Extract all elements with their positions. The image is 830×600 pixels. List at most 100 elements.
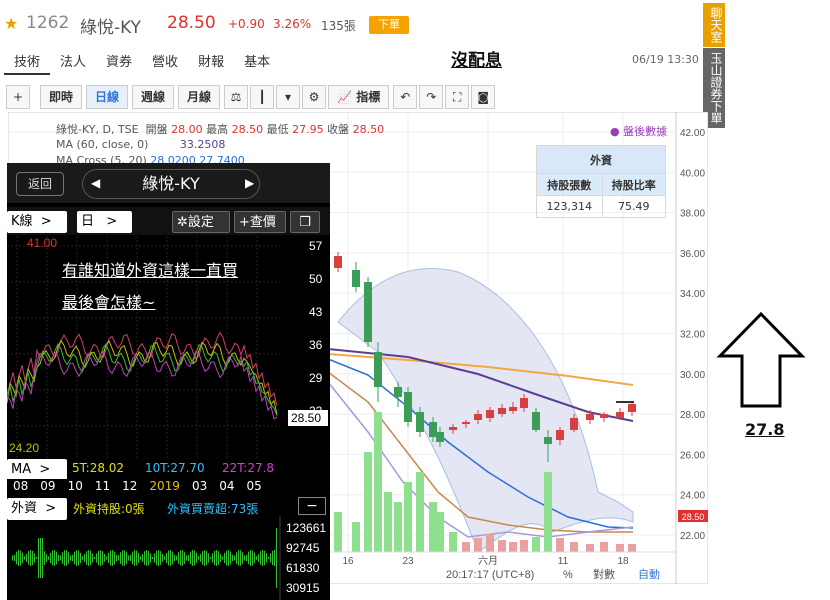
collapse-button[interactable]: − [298,497,326,515]
mobile-foreign-bar [224,552,225,564]
x-tick-label: 23 [402,556,414,567]
chart-time: 20:17:17 (UTC+8) [446,569,534,581]
scale-icon[interactable]: ⚖ [224,85,249,109]
mobile-foreign-bar [206,550,207,566]
tab-revenue[interactable]: 營收 [142,48,188,75]
mobile-x-tick: 12 [122,479,138,493]
ma10-value: 10T:27.70 [145,461,205,475]
cell-ratio: 75.49 [601,195,667,218]
mobile-foreign-bar [60,555,61,561]
mobile-foreign-bar [34,553,35,563]
mobile-foreign-bar [168,550,169,566]
period-realtime[interactable]: 即時 [40,85,83,109]
current-price-label: 28.50 [682,512,705,522]
col-header-ratio: 持股比率 [601,173,667,196]
kline-button[interactable]: K線 > [7,211,67,233]
card-icon[interactable]: ❐ [290,211,320,233]
mobile-foreign-bar [70,555,71,561]
tab-institutional[interactable]: 法人 [50,48,96,75]
volume-bar [334,512,342,552]
ma5-value: 5T:28.02 [72,461,125,475]
mobile-foreign-bar [274,550,275,566]
period-weekly[interactable]: 週線 [132,85,175,109]
mobile-foreign-bar [28,551,29,565]
y-tick-label: 26.00 [680,450,705,461]
mobile-foreign-bar [102,551,103,565]
mobile-foreign-bar [134,550,135,566]
mobile-foreign-bar [184,552,185,564]
quote-button[interactable]: +查價 [234,211,286,233]
tab-margin[interactable]: 資券 [96,48,142,75]
mobile-foreign-bar [116,554,117,562]
up-arrow-icon [716,311,806,408]
mobile-foreign-bar [252,550,253,566]
mobile-foreign-bar [162,554,163,562]
y-tick-label: 42.00 [680,128,705,139]
tab-financials[interactable]: 財報 [188,48,234,75]
mobile-foreign-bar [260,551,261,565]
mobile-foreign-bar [216,550,217,566]
tab-technical[interactable]: 技術 [4,48,51,75]
chevron-down-icon[interactable]: ▾ [276,85,301,109]
mobile-foreign-bar [238,550,239,566]
settings-button[interactable]: ✲設定 [172,211,230,233]
mobile-foreign-bar [86,551,87,565]
volume-bar [352,522,360,552]
mobile-vol-tick: 30915 [286,581,320,595]
mobile-foreign-bar [88,550,89,566]
mobile-foreign-bar [170,550,171,566]
mobile-foreign-bar [196,552,197,564]
mobile-foreign-bar [212,553,213,563]
mobile-foreign-bar [200,554,201,562]
candle-type-icon[interactable]: ┃ [250,85,275,109]
y-tick-label: 34.00 [680,289,705,300]
period-day-button[interactable]: 日 > [77,211,132,233]
period-monthly[interactable]: 月線 [178,85,221,109]
mobile-foreign-bar [18,550,19,566]
mobile-x-tick: 05 [246,479,262,493]
crosshair-icon[interactable]: + [6,85,30,109]
legend-ohlc: 綠悅-KY, D, TSE 開盤 28.00 最高 28.50 最低 27.95… [56,123,385,136]
mobile-foreign-bar [232,554,233,562]
volume-bar [384,492,392,552]
mobile-foreign-bar [62,552,63,564]
favorite-star-icon[interactable]: ★ [4,14,18,33]
mobile-foreign-bar [230,551,231,565]
back-button[interactable]: 返回 [16,172,64,196]
after-hours-link[interactable]: ● 盤後數據 [610,123,667,139]
volume-bar [436,512,444,552]
log-toggle[interactable]: 對數 [593,567,615,581]
indicator-button[interactable]: 📈 指標 [328,85,390,109]
mobile-foreign-bar [114,551,115,565]
fullscreen-icon[interactable]: ⛶ [445,85,470,109]
mobile-foreign-bar [96,553,97,563]
candle [416,412,424,432]
order-button[interactable]: 下單 [369,16,409,34]
auto-toggle[interactable]: 自動 [638,567,660,581]
mobile-y-tick: 43 [309,305,323,319]
percent-toggle[interactable]: % [563,569,573,581]
undo-icon[interactable]: ↶ [393,85,418,109]
mobile-foreign-bar [126,552,127,564]
gear-icon[interactable]: ⚙ [302,85,327,109]
redo-icon[interactable]: ↷ [419,85,444,109]
chat-room-tab[interactable]: 聊天室 [703,3,725,47]
candle [509,407,517,411]
y-tick-label: 40.00 [680,168,705,179]
tab-basics[interactable]: 基本 [234,48,280,75]
next-arrow-icon[interactable]: ▶ [245,176,254,190]
candle [474,414,482,420]
mobile-foreign-bar [258,554,259,562]
period-daily[interactable]: 日線 [86,85,129,109]
mobile-foreign-bar [182,550,183,566]
stock-price: 28.50 [167,13,216,33]
camera-icon[interactable]: ◙ [471,85,496,109]
mobile-foreign-bar [106,556,107,560]
y-tick-label: 36.00 [680,249,705,260]
mobile-foreign-bar [276,528,277,588]
volume-bar [474,538,482,552]
table-title: 外資 [536,145,666,174]
ma-selector[interactable]: MA > [7,459,67,481]
volume-bar [544,472,552,552]
volume-bar [520,540,528,552]
